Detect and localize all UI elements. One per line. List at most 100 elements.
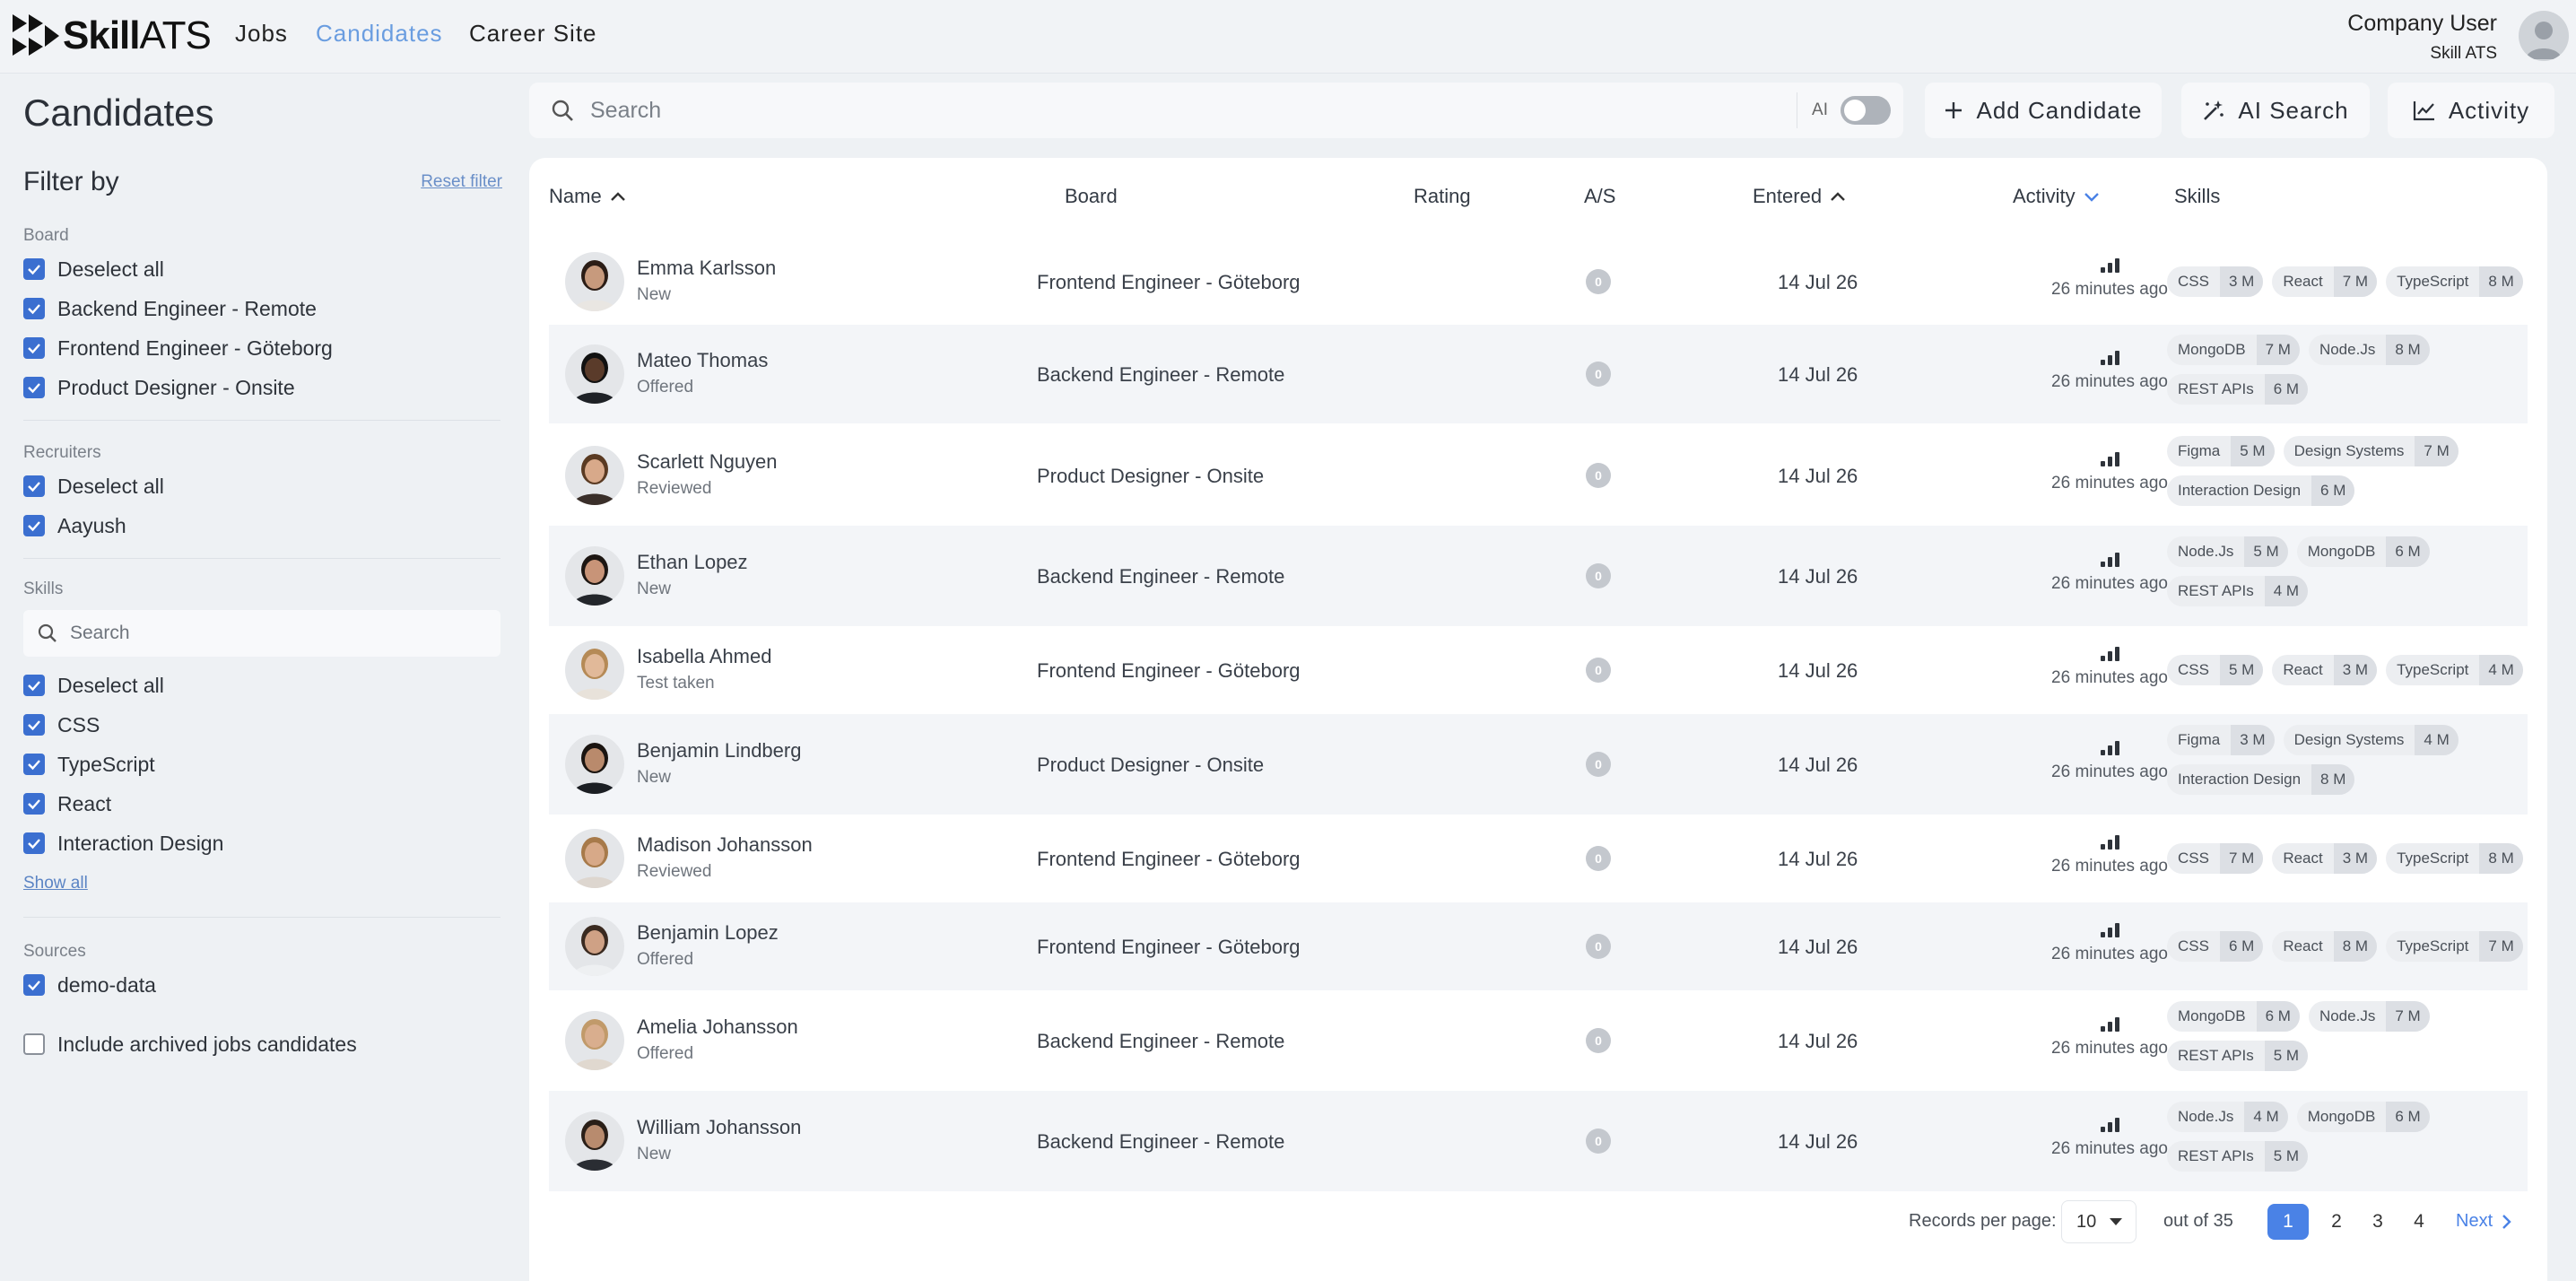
- table-row[interactable]: Madison Johansson Reviewed Frontend Engine…: [549, 815, 2528, 902]
- candidate-avatar[interactable]: [565, 640, 624, 700]
- candidate-avatar[interactable]: [565, 546, 624, 606]
- page-button-2[interactable]: 2: [2316, 1204, 2357, 1240]
- candidate-name[interactable]: Isabella Ahmed: [637, 645, 771, 668]
- skill-name: CSS: [2178, 273, 2209, 290]
- page-button-4[interactable]: 4: [2398, 1204, 2440, 1240]
- column-header-entered[interactable]: Entered: [1753, 185, 1847, 208]
- skill-name: Figma: [2178, 731, 2221, 748]
- checkbox-checked-icon[interactable]: [23, 675, 45, 696]
- checkbox-checked-icon[interactable]: [23, 298, 45, 319]
- skill-chip: Design Systems 7 M: [2283, 436, 2459, 466]
- recruiter-aayush[interactable]: Aayush: [23, 511, 126, 540]
- page-button-1[interactable]: 1: [2267, 1204, 2309, 1240]
- ai-search-button[interactable]: AI Search: [2181, 83, 2370, 138]
- column-header-board[interactable]: Board: [1065, 185, 1118, 208]
- show-all-skills-link[interactable]: Show all: [23, 874, 88, 893]
- skill-name: REST APIs: [2178, 582, 2254, 599]
- column-header-as[interactable]: A/S: [1584, 185, 1615, 208]
- table-row[interactable]: Ethan Lopez New Backend Engineer - Remote 0…: [549, 526, 2528, 626]
- column-header-name[interactable]: Name: [549, 185, 627, 208]
- checkbox-checked-icon[interactable]: [23, 337, 45, 359]
- candidate-name[interactable]: Madison Johansson: [637, 833, 813, 857]
- records-per-page-select[interactable]: 10: [2061, 1200, 2137, 1243]
- board-group-label: Board: [23, 226, 69, 245]
- entered-date: 14 Jul 26: [1778, 565, 1858, 588]
- user-avatar[interactable]: [2519, 11, 2569, 61]
- skill-css[interactable]: CSS: [23, 710, 100, 739]
- next-page-button[interactable]: Next: [2456, 1211, 2512, 1232]
- table-row[interactable]: Mateo Thomas Offered Backend Engineer - Re…: [549, 325, 2528, 423]
- nav-candidates[interactable]: Candidates: [316, 20, 443, 48]
- nav-jobs[interactable]: Jobs: [235, 20, 288, 48]
- table-row[interactable]: William Johansson New Backend Engineer - R…: [549, 1091, 2528, 1191]
- column-header-skills[interactable]: Skills: [2174, 185, 2220, 208]
- candidate-avatar[interactable]: [565, 446, 624, 505]
- candidate-name[interactable]: Ethan Lopez: [637, 551, 748, 574]
- table-row[interactable]: Amelia Johansson Offered Backend Engineer …: [549, 990, 2528, 1091]
- skills-deselect-all[interactable]: Deselect all: [23, 671, 164, 700]
- nav-career-site[interactable]: Career Site: [469, 20, 597, 48]
- candidate-avatar[interactable]: [565, 917, 624, 976]
- skill-duration: 3 M: [2333, 843, 2378, 874]
- candidate-name[interactable]: Mateo Thomas: [637, 349, 768, 372]
- checkbox-checked-icon[interactable]: [23, 258, 45, 280]
- checkbox-checked-icon[interactable]: [23, 974, 45, 996]
- table-row[interactable]: Emma Karlsson New Frontend Engineer - Göte…: [549, 239, 2528, 325]
- checkbox-checked-icon[interactable]: [23, 754, 45, 775]
- include-archived-checkbox[interactable]: Include archived jobs candidates: [23, 1030, 357, 1059]
- page-button-3[interactable]: 3: [2357, 1204, 2398, 1240]
- user-name: Company User: [2347, 11, 2497, 36]
- table-row[interactable]: Isabella Ahmed Test taken Frontend Enginee…: [549, 626, 2528, 714]
- candidate-avatar[interactable]: [565, 735, 624, 794]
- line-chart-icon: [2413, 101, 2434, 121]
- candidate-avatar[interactable]: [565, 829, 624, 888]
- divider: [23, 420, 500, 421]
- candidate-avatar[interactable]: [565, 1111, 624, 1171]
- candidate-name[interactable]: Amelia Johansson: [637, 1015, 798, 1039]
- table-row[interactable]: Scarlett Nguyen Reviewed Product Designer …: [549, 425, 2528, 526]
- candidate-avatar[interactable]: [565, 252, 624, 311]
- checkbox-checked-icon[interactable]: [23, 475, 45, 497]
- checkbox-checked-icon[interactable]: [23, 377, 45, 398]
- header-label: Skills: [2174, 185, 2221, 207]
- candidate-board: Frontend Engineer - Göteborg: [1037, 936, 1301, 958]
- candidate-name[interactable]: Emma Karlsson: [637, 257, 776, 280]
- table-row[interactable]: Benjamin Lopez Offered Frontend Engineer -…: [549, 902, 2528, 990]
- board-deselect-all[interactable]: Deselect all: [23, 255, 164, 283]
- activity-button[interactable]: Activity: [2388, 83, 2554, 138]
- skills-search-input[interactable]: Search: [23, 610, 500, 657]
- checkbox-checked-icon[interactable]: [23, 793, 45, 815]
- candidate-name[interactable]: Scarlett Nguyen: [637, 450, 778, 474]
- recruiters-deselect-all[interactable]: Deselect all: [23, 472, 164, 501]
- ai-toggle[interactable]: [1841, 96, 1891, 125]
- checkbox-checked-icon[interactable]: [23, 832, 45, 854]
- candidate-avatar[interactable]: [565, 1011, 624, 1070]
- skill-typescript[interactable]: TypeScript: [23, 750, 155, 779]
- checkbox-checked-icon[interactable]: [23, 714, 45, 736]
- checkbox-unchecked-icon[interactable]: [23, 1033, 45, 1055]
- candidate-status: New: [637, 285, 672, 304]
- skill-duration: 6 M: [2219, 931, 2264, 962]
- skill-chip: CSS 7 M: [2167, 843, 2264, 874]
- reset-filter-link[interactable]: Reset filter: [421, 172, 502, 192]
- header-label: Rating: [1414, 185, 1471, 207]
- skill-react[interactable]: React: [23, 789, 111, 818]
- skill-interaction-design[interactable]: Interaction Design: [23, 829, 223, 858]
- candidate-search-bar[interactable]: Search AI: [529, 83, 1903, 138]
- skills-group-label: Skills: [23, 580, 64, 598]
- checkbox-checked-icon[interactable]: [23, 515, 45, 536]
- source-demo-data[interactable]: demo-data: [23, 971, 156, 999]
- user-menu[interactable]: Company User Skill ATS: [2347, 11, 2497, 64]
- candidate-name[interactable]: Benjamin Lindberg: [637, 739, 801, 762]
- candidate-name[interactable]: William Johansson: [637, 1116, 801, 1139]
- board-backend-remote[interactable]: Backend Engineer - Remote: [23, 294, 317, 323]
- app-logo[interactable]: SkillATS: [11, 11, 212, 61]
- add-candidate-button[interactable]: Add Candidate: [1925, 83, 2162, 138]
- table-row[interactable]: Benjamin Lindberg New Product Designer - O…: [549, 714, 2528, 815]
- board-product-designer[interactable]: Product Designer - Onsite: [23, 373, 295, 402]
- candidate-avatar[interactable]: [565, 344, 624, 404]
- column-header-activity[interactable]: Activity: [2013, 185, 2101, 208]
- board-frontend-goteborg[interactable]: Frontend Engineer - Göteborg: [23, 334, 333, 362]
- candidate-name[interactable]: Benjamin Lopez: [637, 921, 779, 945]
- column-header-rating[interactable]: Rating: [1414, 185, 1471, 208]
